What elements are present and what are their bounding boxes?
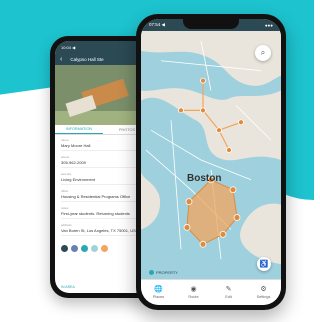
accessibility-icon[interactable]: ♿ [257, 257, 271, 271]
vertex-handle [183, 224, 191, 231]
nav-label: Route [188, 295, 199, 299]
front-status-signal: ●●● [264, 22, 273, 28]
field-value: Mary Moore Hall [61, 143, 91, 148]
field-value: 305-962-2009 [61, 160, 86, 165]
nav-item-places[interactable]: 🌐 Places [141, 280, 176, 305]
brand-name: PROPERTY [156, 270, 178, 275]
front-phone: 07:54 ◀ ●●● ⌕ Boston PROPERTY ♿ 🌐 Places… [136, 14, 286, 310]
color-swatch[interactable] [81, 245, 88, 252]
color-swatch[interactable] [101, 245, 108, 252]
pencil-icon: ✎ [225, 286, 232, 293]
vertex-handle [219, 230, 227, 238]
route-marker [178, 107, 184, 114]
color-swatch[interactable] [61, 245, 68, 252]
vertex-handle [199, 240, 207, 248]
route-marker [200, 107, 206, 114]
nav-label: Places [152, 295, 165, 299]
nav-item-route[interactable]: ◉ Route [176, 280, 211, 305]
field-item: notes First-year students. Returning stu… [61, 206, 145, 219]
pin-icon: ◉ [190, 286, 197, 293]
field-item: name Mary Moore Hall [61, 138, 145, 151]
city-map[interactable] [141, 31, 281, 279]
front-status-time: 07:54 ◀ [149, 22, 165, 27]
in-area-link[interactable]: IN AREA [61, 285, 75, 289]
field-label: phone [61, 155, 70, 159]
field-label: office [61, 189, 69, 193]
front-phone-screen: 07:54 ◀ ●●● ⌕ Boston PROPERTY ♿ 🌐 Places… [141, 19, 281, 305]
field-value: Van Buren St, Los Angeles, TX 75001, USA [61, 228, 139, 233]
route-marker [226, 147, 232, 153]
field-label: notes [61, 206, 69, 210]
search-icon[interactable]: ⌕ [255, 45, 271, 61]
brand-logo: PROPERTY [149, 270, 178, 275]
field-item: phone 305-962-2009 [61, 155, 145, 168]
globe-icon: 🌐 [154, 286, 163, 293]
field-label: address [61, 223, 72, 227]
city-label: Boston [187, 173, 222, 184]
back-header-title: Calypso Hall Ste [70, 56, 104, 62]
vertex-handle [233, 214, 241, 221]
back-arrow-icon[interactable]: ‹ [60, 56, 62, 63]
route-marker [238, 119, 244, 126]
nav-label: Settings [256, 295, 271, 299]
field-item: office Housing & Residential Programs Of… [61, 189, 145, 202]
marketing-stage: 10:04 ◀ ●●● ‹ Calypso Hall Ste INFORMATI… [0, 0, 314, 322]
nav-item-settings[interactable]: ⚙ Settings [246, 280, 281, 305]
field-item: address Van Buren St, Los Angeles, TX 75… [61, 223, 145, 236]
route-marker [200, 77, 206, 84]
color-swatch[interactable] [91, 245, 98, 252]
brand-dot-icon [149, 270, 154, 275]
nav-item-edit[interactable]: ✎ Edit [211, 280, 246, 305]
tab-information[interactable]: INFORMATION [55, 125, 103, 134]
field-label: amenity [61, 172, 72, 176]
phone-notch [183, 19, 239, 29]
nav-label: Edit [225, 295, 232, 299]
color-swatch[interactable] [71, 245, 78, 252]
route-marker [216, 127, 222, 134]
bottom-nav: 🌐 Places ◉ Route ✎ Edit ⚙ Settings [141, 279, 281, 305]
vertex-handle [185, 198, 193, 205]
field-label: name [61, 138, 69, 142]
field-item: amenity Living Environment [61, 172, 145, 185]
vertex-handle [229, 186, 237, 194]
field-value: Living Environment [61, 177, 96, 182]
map-canvas[interactable] [141, 31, 281, 279]
back-status-time: 10:04 ◀ [61, 44, 76, 50]
gear-icon: ⚙ [260, 286, 267, 293]
field-value: Housing & Residential Programs Office [61, 194, 131, 199]
field-value: First-year students. Returning students [61, 211, 130, 216]
